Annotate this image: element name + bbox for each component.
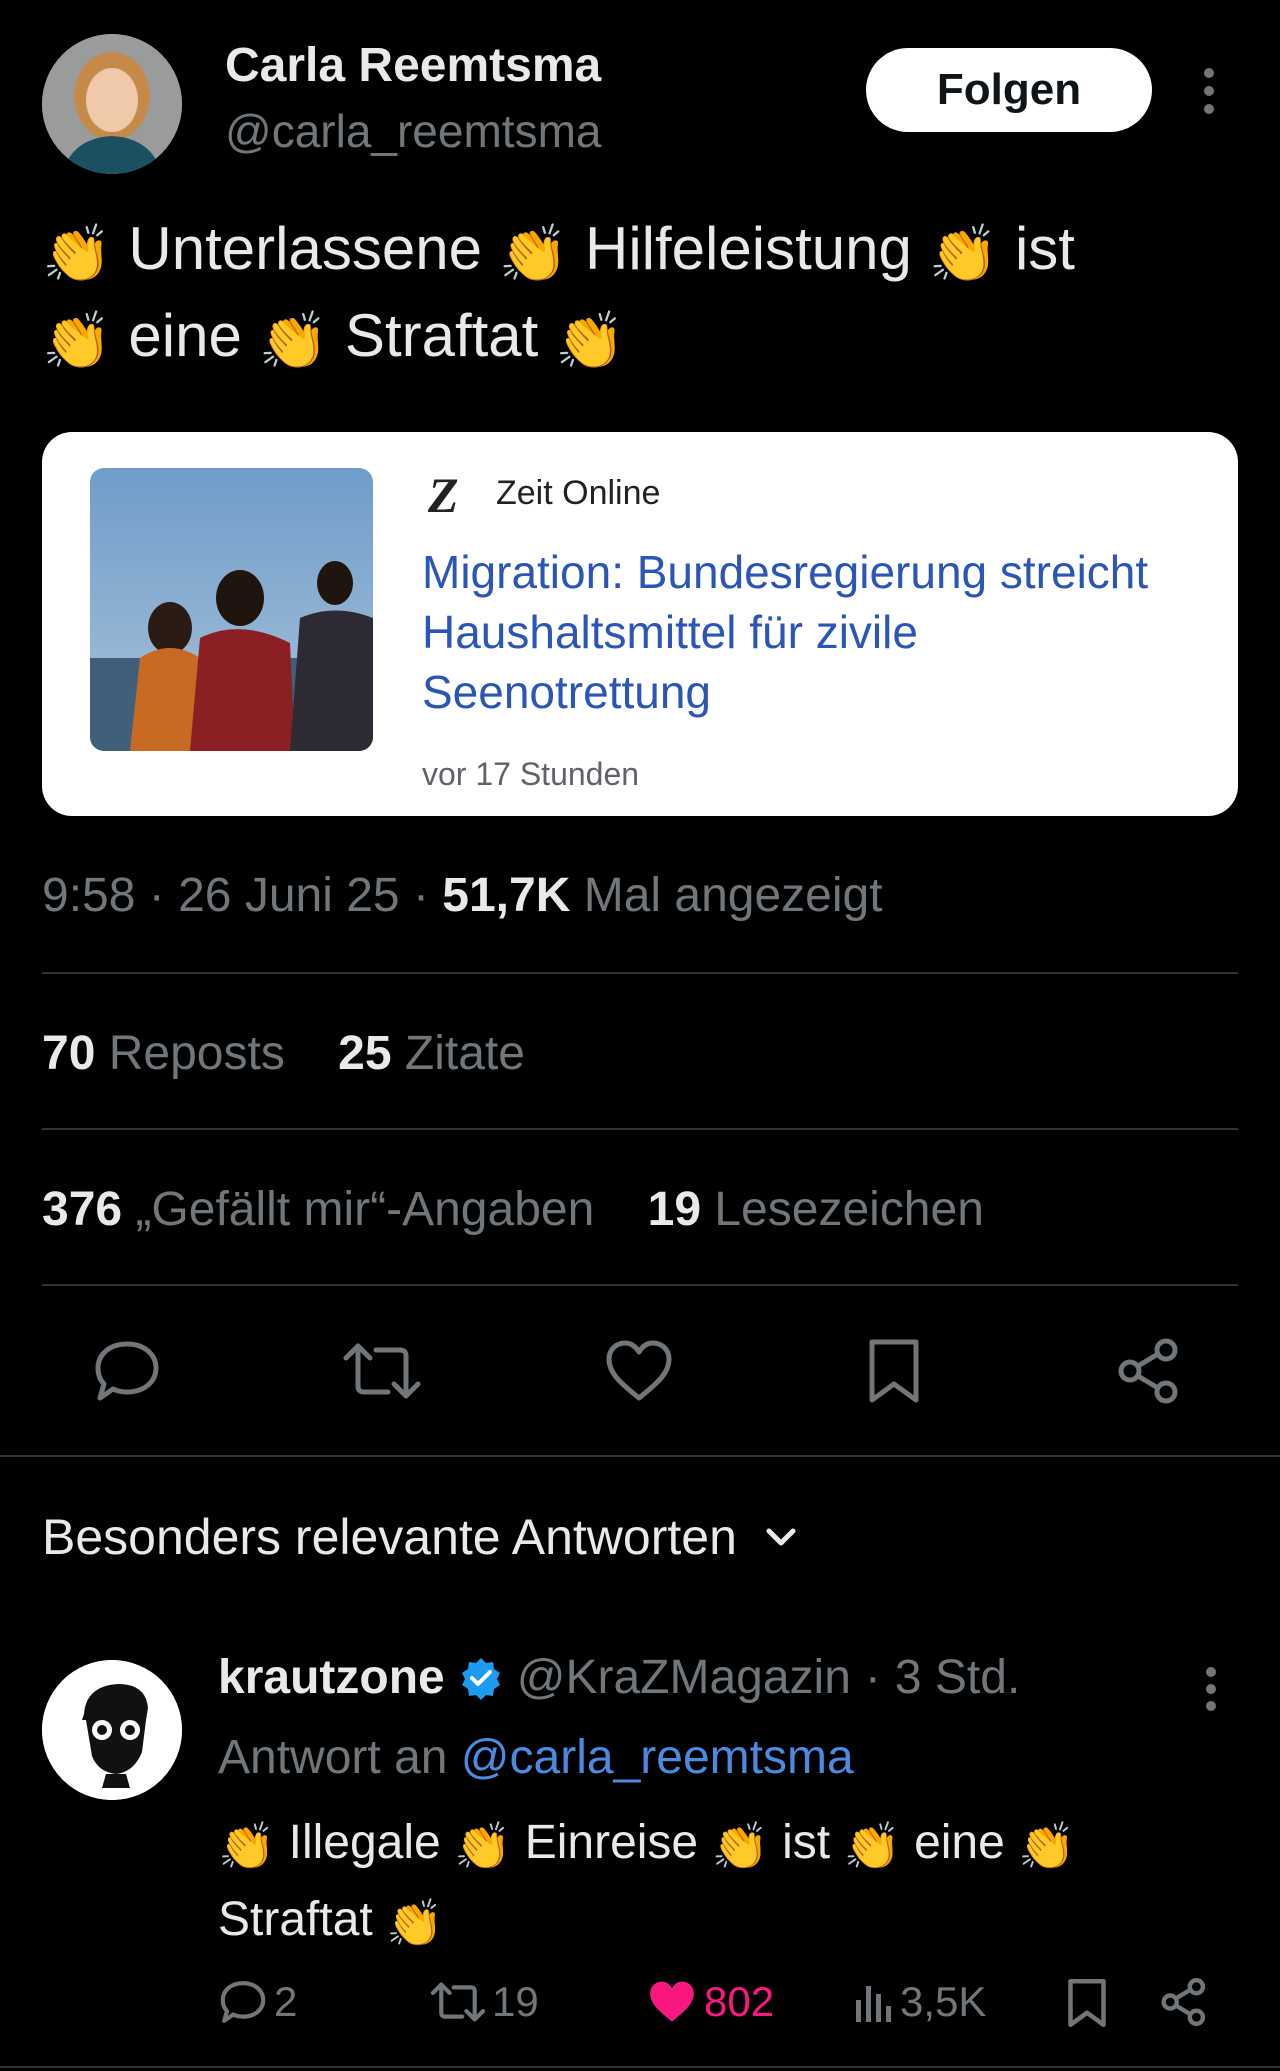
- tweet-date[interactable]: 26 Juni 25: [178, 869, 400, 922]
- reply-time[interactable]: 3 Std.: [895, 1650, 1020, 1705]
- divider: [0, 2066, 1280, 2068]
- card-thumbnail: [90, 468, 373, 751]
- reply-text: 👏 Illegale 👏 Einreise 👏 ist 👏 eine 👏 Str…: [218, 1806, 1218, 1960]
- reply-bookmark-button[interactable]: [1066, 1978, 1108, 2028]
- reply-avatar[interactable]: [42, 1660, 182, 1800]
- reply-icon: [218, 1979, 268, 2025]
- stats-row-reposts: 70 Reposts 25 Zitate: [42, 1026, 525, 1081]
- repost-icon: [430, 1979, 486, 2025]
- follow-button[interactable]: Folgen: [866, 48, 1152, 132]
- clapping-hands-icon: 👏: [42, 309, 112, 372]
- bookmark-icon[interactable]: [866, 1338, 922, 1404]
- tweet-time[interactable]: 9:58: [42, 869, 135, 922]
- bookmark-icon: [1066, 1978, 1108, 2028]
- like-count: 802: [704, 1978, 775, 2025]
- clapping-hands-icon: 👏: [454, 1820, 512, 1872]
- reposts-stat[interactable]: 70 Reposts: [42, 1027, 285, 1080]
- views-count: 3,5K: [900, 1978, 987, 2025]
- card-headline[interactable]: Migration: Bundesregierung streicht Haus…: [422, 542, 1202, 722]
- clapping-hands-icon: 👏: [386, 1897, 444, 1949]
- view-count: 51,7K: [442, 869, 571, 922]
- clapping-hands-icon: 👏: [258, 309, 329, 372]
- likes-stat[interactable]: 376 „Gefällt mir“-Angaben: [42, 1183, 594, 1236]
- heart-filled-icon: [646, 1978, 698, 2026]
- verified-badge-icon: [459, 1656, 503, 1700]
- link-card[interactable]: Z Zeit Online Migration: Bundesregierung…: [42, 432, 1238, 816]
- more-options-icon[interactable]: [1192, 64, 1226, 118]
- reply-like-button[interactable]: 802: [646, 1978, 774, 2026]
- reply-share-button[interactable]: [1160, 1978, 1208, 2026]
- clapping-hands-icon: 👏: [843, 1820, 901, 1872]
- repost-icon[interactable]: [342, 1338, 422, 1404]
- bookmarks-stat[interactable]: 19 Lesezeichen: [648, 1183, 984, 1236]
- reply-repost-button[interactable]: 19: [430, 1978, 539, 2026]
- reply-to-line: Antwort an @carla_reemtsma: [218, 1731, 854, 1784]
- reply-more-options-icon[interactable]: [1196, 1664, 1226, 1714]
- chevron-down-icon: [763, 1525, 799, 1549]
- share-icon: [1160, 1978, 1208, 2026]
- clapping-hands-icon: 👏: [498, 222, 569, 285]
- author-handle[interactable]: @carla_reemtsma: [225, 104, 601, 158]
- clapping-hands-icon: 👏: [218, 1820, 276, 1872]
- reply-header: krautzone @KraZMagazin · 3 Std.: [218, 1650, 1021, 1705]
- clapping-hands-icon: 👏: [42, 222, 112, 285]
- card-time: vor 17 Stunden: [422, 756, 640, 792]
- repost-count: 19: [492, 1978, 539, 2025]
- divider: [42, 1284, 1238, 1286]
- reply-author-name[interactable]: krautzone: [218, 1650, 445, 1705]
- quotes-stat[interactable]: 25 Zitate: [338, 1027, 525, 1080]
- source-logo: Z: [428, 467, 459, 523]
- reply-reply-button[interactable]: 2: [218, 1978, 297, 2026]
- clapping-hands-icon: 👏: [928, 222, 999, 285]
- reply-count: 2: [274, 1978, 298, 2025]
- divider: [0, 1455, 1280, 1457]
- stats-row-likes: 376 „Gefällt mir“-Angaben 19 Lesezeichen: [42, 1182, 984, 1237]
- author-avatar[interactable]: [42, 34, 182, 174]
- clapping-hands-icon: 👏: [555, 309, 625, 372]
- card-source: Zeit Online: [496, 474, 661, 512]
- views-chart-icon: [854, 1980, 894, 2024]
- tweet-text: 👏 Unterlassene 👏 Hilfeleistung 👏 ist 👏 e…: [42, 208, 1242, 382]
- share-icon[interactable]: [1116, 1338, 1182, 1404]
- clapping-hands-icon: 👏: [1018, 1820, 1076, 1872]
- like-icon[interactable]: [604, 1338, 674, 1404]
- divider: [42, 1128, 1238, 1130]
- reply-views-button[interactable]: 3,5K: [854, 1978, 986, 2026]
- reply-icon[interactable]: [92, 1338, 162, 1404]
- tweet-meta: 9:58 · 26 Juni 25 · 51,7K Mal angezeigt: [42, 869, 883, 922]
- divider: [42, 972, 1238, 974]
- reply-author-handle[interactable]: @KraZMagazin: [517, 1650, 851, 1705]
- replies-sort-dropdown[interactable]: Besonders relevante Antworten: [42, 1508, 799, 1566]
- author-name[interactable]: Carla Reemtsma: [225, 38, 601, 93]
- mention-link[interactable]: @carla_reemtsma: [461, 1731, 854, 1784]
- clapping-hands-icon: 👏: [711, 1820, 769, 1872]
